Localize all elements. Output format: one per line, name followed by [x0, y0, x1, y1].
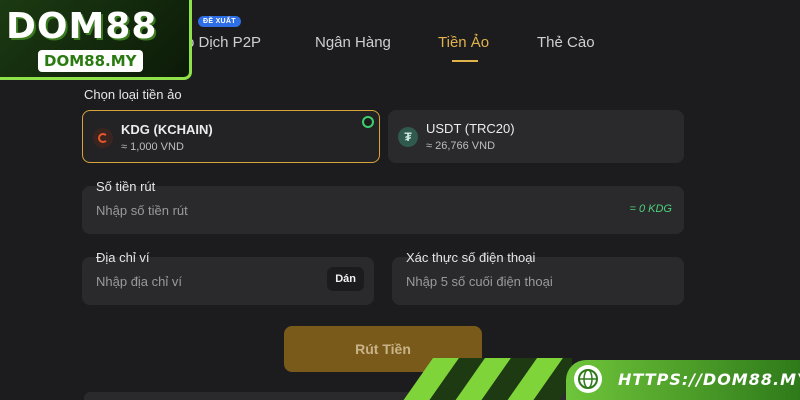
- wallet-label: Địa chỉ ví: [96, 250, 150, 265]
- brand-logo: DOM88 DOM88.MY: [0, 0, 192, 80]
- amount-label: Số tiền rút: [96, 179, 156, 194]
- crypto-section-label: Chọn loại tiền ảo: [84, 87, 182, 102]
- phone-label: Xác thực số điện thoại: [406, 250, 536, 265]
- decorative-stripes: [392, 358, 572, 400]
- phone-verify-field[interactable]: Xác thực số điện thoại Nhập 5 số cuối đi…: [392, 250, 684, 305]
- coin-rate: ≈ 26,766 VND: [426, 140, 496, 152]
- tab-p2p[interactable]: o Dịch P2P: [186, 34, 261, 51]
- coin-name: KDG (KCHAIN): [121, 122, 213, 137]
- tab-crypto[interactable]: Tiền Ảo: [438, 34, 489, 51]
- coin-rate: ≈ 1,000 VND: [121, 141, 184, 153]
- coin-option-kdg[interactable]: KDG (KCHAIN) ≈ 1,000 VND: [82, 110, 380, 163]
- active-tab-indicator: [452, 60, 478, 62]
- logo-domain: DOM88.MY: [38, 50, 143, 72]
- tab-bank[interactable]: Ngân Hàng: [315, 34, 391, 51]
- amount-input[interactable]: Nhập số tiền rút: [96, 203, 188, 218]
- wallet-field[interactable]: Địa chỉ ví Nhập địa chỉ ví Dán: [82, 250, 374, 305]
- wallet-input[interactable]: Nhập địa chỉ ví: [96, 274, 182, 289]
- phone-input[interactable]: Nhập 5 số cuối điện thoại: [406, 274, 553, 289]
- url-banner: HTTPS://DOM88.MY: [566, 360, 800, 400]
- recommended-badge: ĐỀ XUẤT: [198, 16, 241, 27]
- coin-option-usdt[interactable]: ₮ USDT (TRC20) ≈ 26,766 VND: [388, 110, 684, 163]
- tab-card[interactable]: Thẻ Cào: [537, 34, 595, 51]
- selected-check-icon: [362, 116, 374, 128]
- site-url: HTTPS://DOM88.MY: [618, 370, 800, 389]
- paste-button[interactable]: Dán: [327, 267, 364, 291]
- logo-text: DOM88: [6, 6, 158, 47]
- amount-conversion: = 0 KDG: [629, 203, 673, 215]
- usdt-coin-icon: ₮: [398, 127, 418, 147]
- kdg-coin-icon: [93, 128, 113, 148]
- amount-field[interactable]: Số tiền rút Nhập số tiền rút = 0 KDG: [82, 179, 684, 234]
- coin-name: USDT (TRC20): [426, 121, 515, 136]
- globe-icon: [574, 365, 602, 393]
